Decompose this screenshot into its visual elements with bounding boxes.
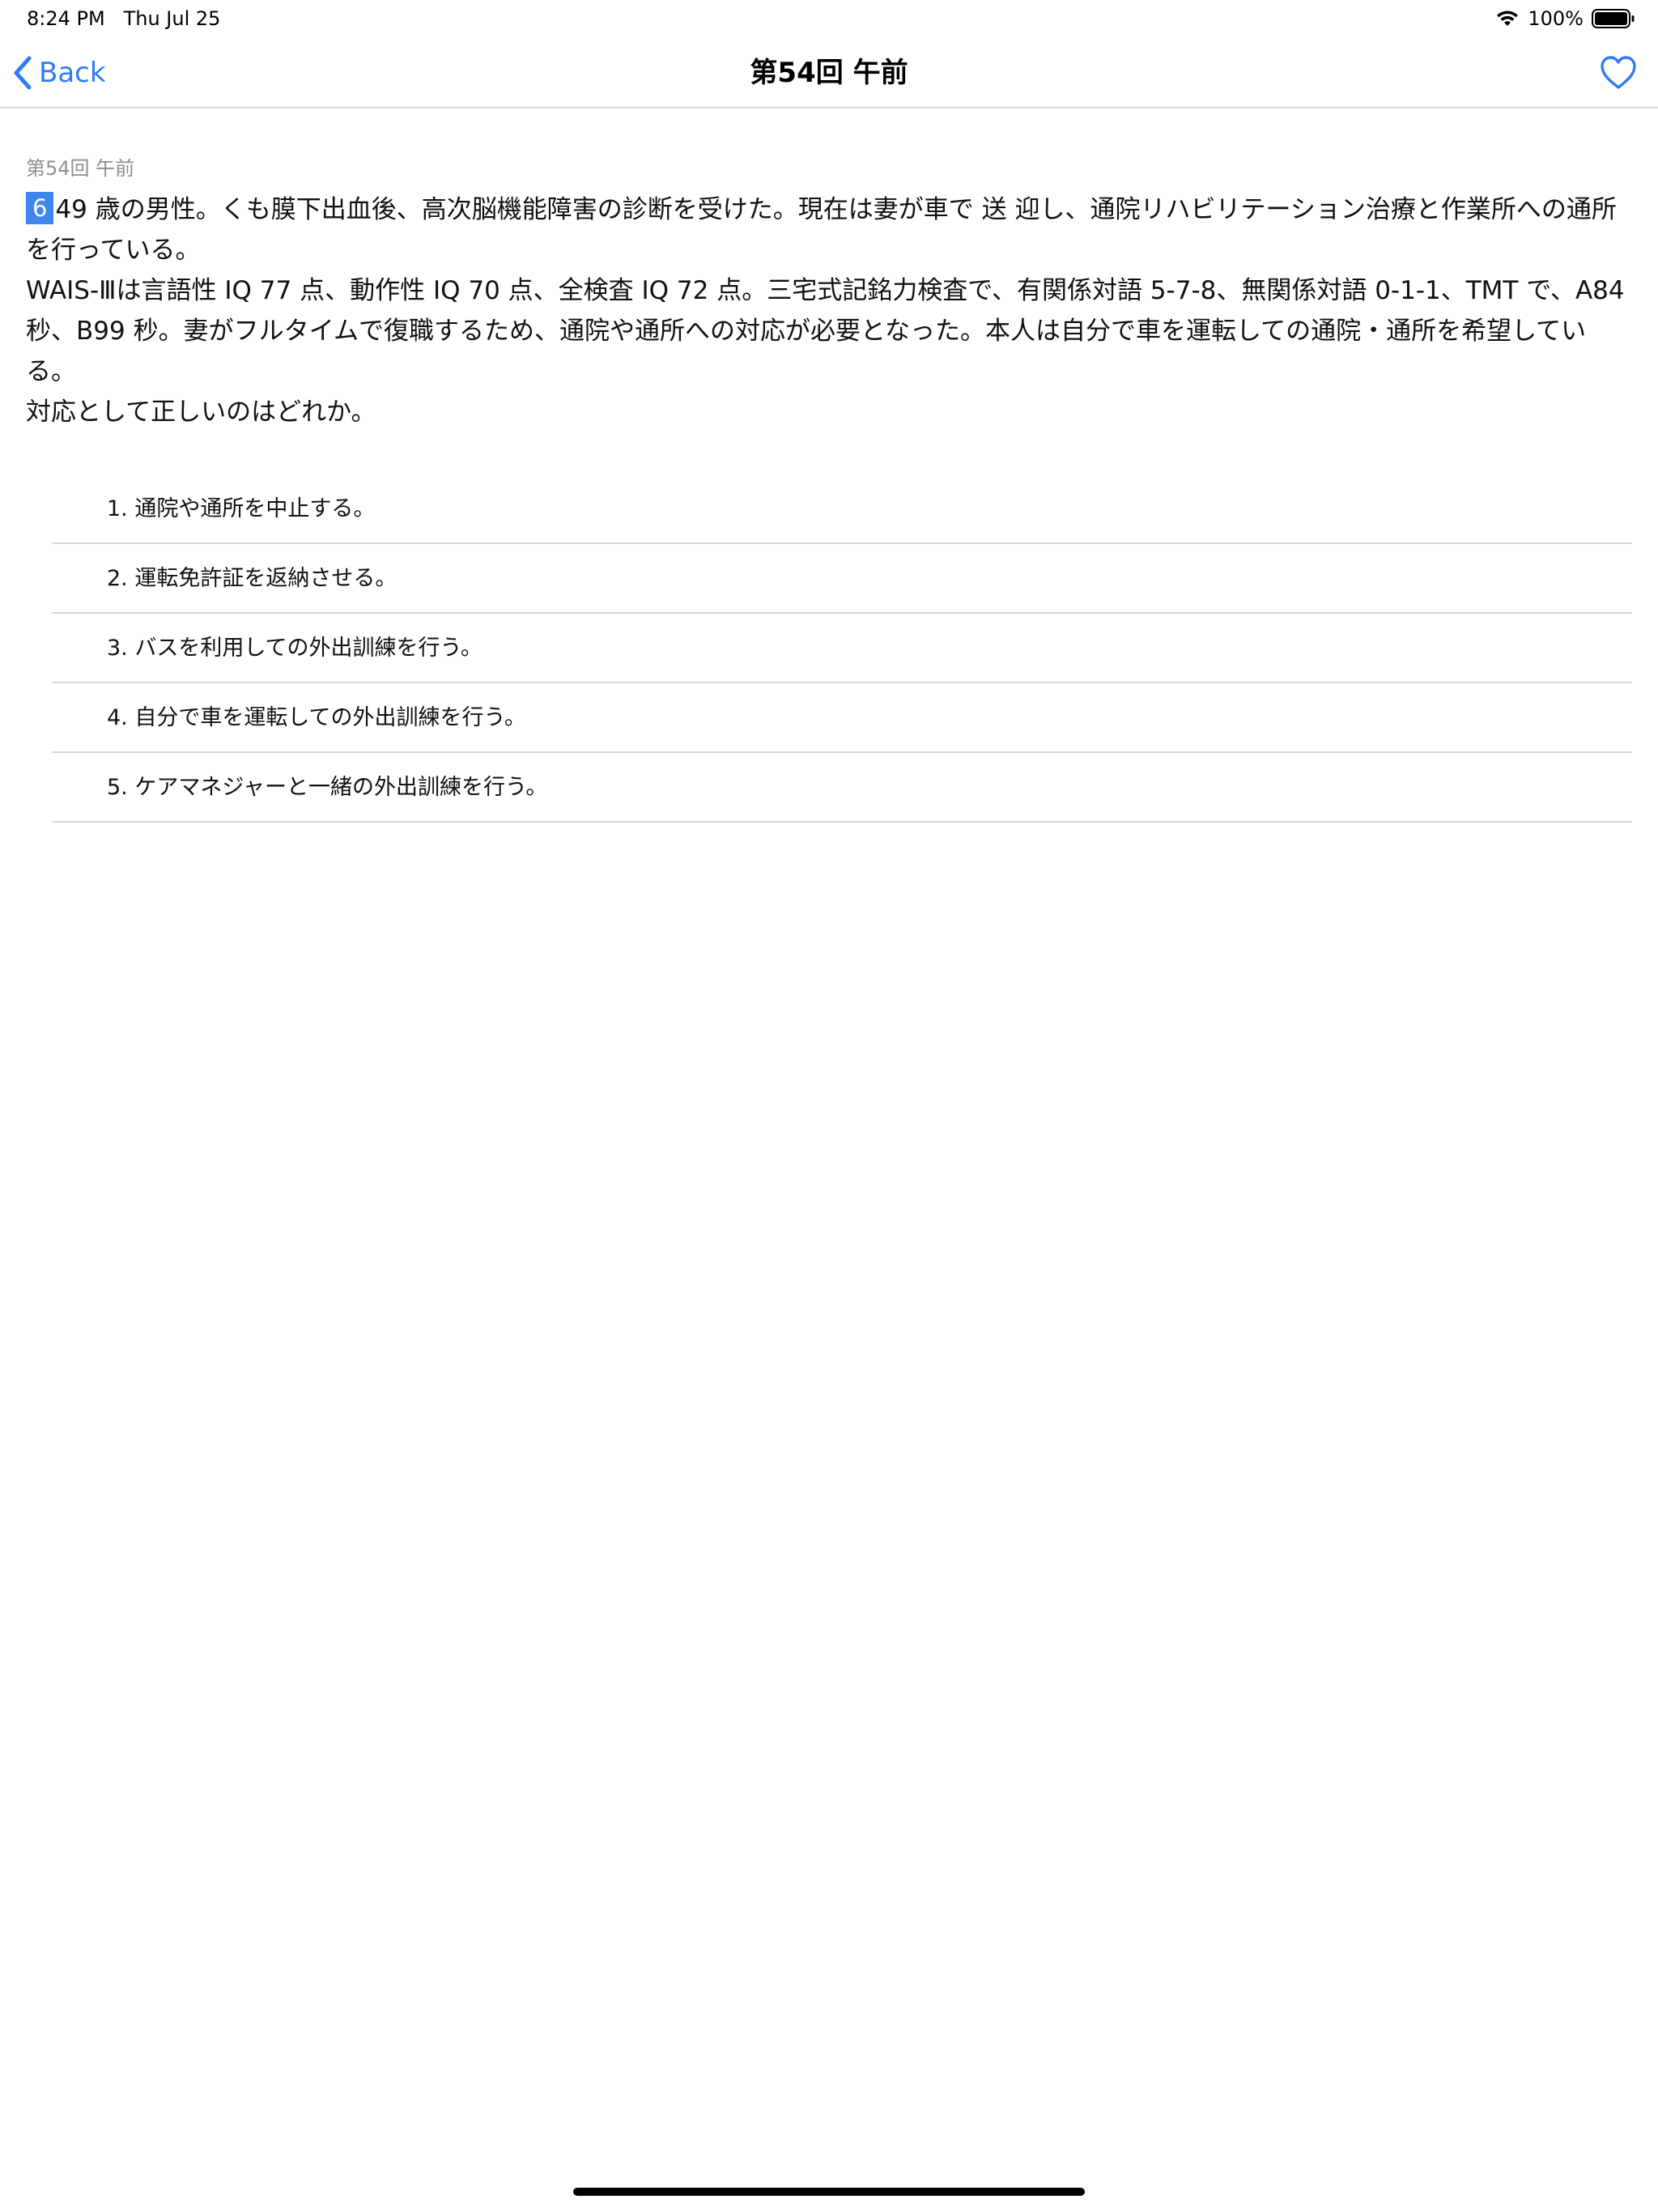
choice-item-5[interactable]: 5. ケアマネジャーと一緒の外出訓練を行う。 bbox=[52, 753, 1632, 823]
question-content: 第54回 午前 6 49 歳の男性。くも膜下出血後、高次脳機能障害の診断を受けた。… bbox=[26, 154, 1632, 432]
exam-label: 第54回 午前 bbox=[26, 157, 135, 180]
status-indicators: 100% bbox=[1495, 5, 1635, 32]
battery-percent: 100% bbox=[1528, 7, 1584, 30]
heart-outline-icon bbox=[1600, 55, 1637, 91]
page-title: 第54回 午前 bbox=[750, 57, 908, 89]
choice-item-2[interactable]: 2. 運転免許証を返納させる。 bbox=[52, 544, 1632, 614]
status-time-date: 8:24 PM Thu Jul 25 bbox=[27, 5, 220, 32]
navigation-bar: Back 第54回 午前 bbox=[0, 37, 1658, 108]
home-indicator[interactable] bbox=[573, 2188, 1085, 2196]
question-line: 49 歳の男性。くも膜下出血後、高次脳機能障害の診断を受けた。現在は妻が車で 送… bbox=[26, 195, 1617, 265]
choice-item-4[interactable]: 4. 自分で車を運転しての外出訓練を行う。 bbox=[52, 683, 1632, 753]
question-paragraph: WAIS-Ⅲは言語性 IQ 77 点、動作性 IQ 70 点、全検査 IQ 72… bbox=[26, 270, 1632, 392]
question-text: 6 49 歳の男性。くも膜下出血後、高次脳機能障害の診断を受けた。現在は妻が車で … bbox=[26, 189, 1632, 432]
choice-item-1[interactable]: 1. 通院や通所を中止する。 bbox=[52, 474, 1632, 544]
question-line: 対応として正しいのはどれか。 bbox=[26, 398, 376, 427]
battery-full-icon bbox=[1592, 9, 1635, 28]
choice-item-3[interactable]: 3. バスを利用しての外出訓練を行う。 bbox=[52, 614, 1632, 683]
status-date: Thu Jul 25 bbox=[123, 7, 221, 30]
question-paragraph: 6 49 歳の男性。くも膜下出血後、高次脳機能障害の診断を受けた。現在は妻が車で … bbox=[26, 189, 1632, 270]
question-number-badge: 6 bbox=[26, 192, 54, 224]
status-bar: 8:24 PM Thu Jul 25 100% bbox=[0, 0, 1658, 37]
status-time: 8:24 PM bbox=[27, 7, 105, 30]
wifi-icon bbox=[1495, 10, 1520, 28]
question-line: WAIS-Ⅲは言語性 IQ 77 点、動作性 IQ 70 点、全検査 IQ 72… bbox=[26, 276, 1625, 386]
choice-list: 1. 通院や通所を中止する。 2. 運転免許証を返納させる。 3. バスを利用し… bbox=[52, 474, 1632, 823]
question-paragraph: 対応として正しいのはどれか。 bbox=[26, 392, 1632, 432]
favorite-button[interactable] bbox=[1600, 55, 1637, 91]
